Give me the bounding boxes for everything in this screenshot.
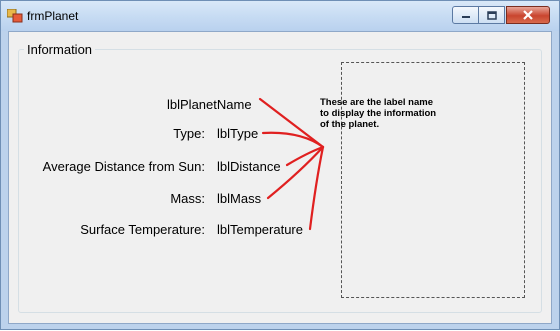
arrow-line-distance <box>285 145 325 167</box>
annotation-note: These are the label name to display the … <box>320 97 460 130</box>
annotation-arrows <box>258 97 325 231</box>
annotation-line-1: These are the label name <box>320 97 433 108</box>
annotation-line-3: of the planet. <box>320 119 380 130</box>
form-window: frmPlanet Information lblPlanetName Type… <box>0 0 560 330</box>
arrow-line-planet-name <box>258 97 325 149</box>
annotation-line-2: to display the information <box>320 108 437 119</box>
